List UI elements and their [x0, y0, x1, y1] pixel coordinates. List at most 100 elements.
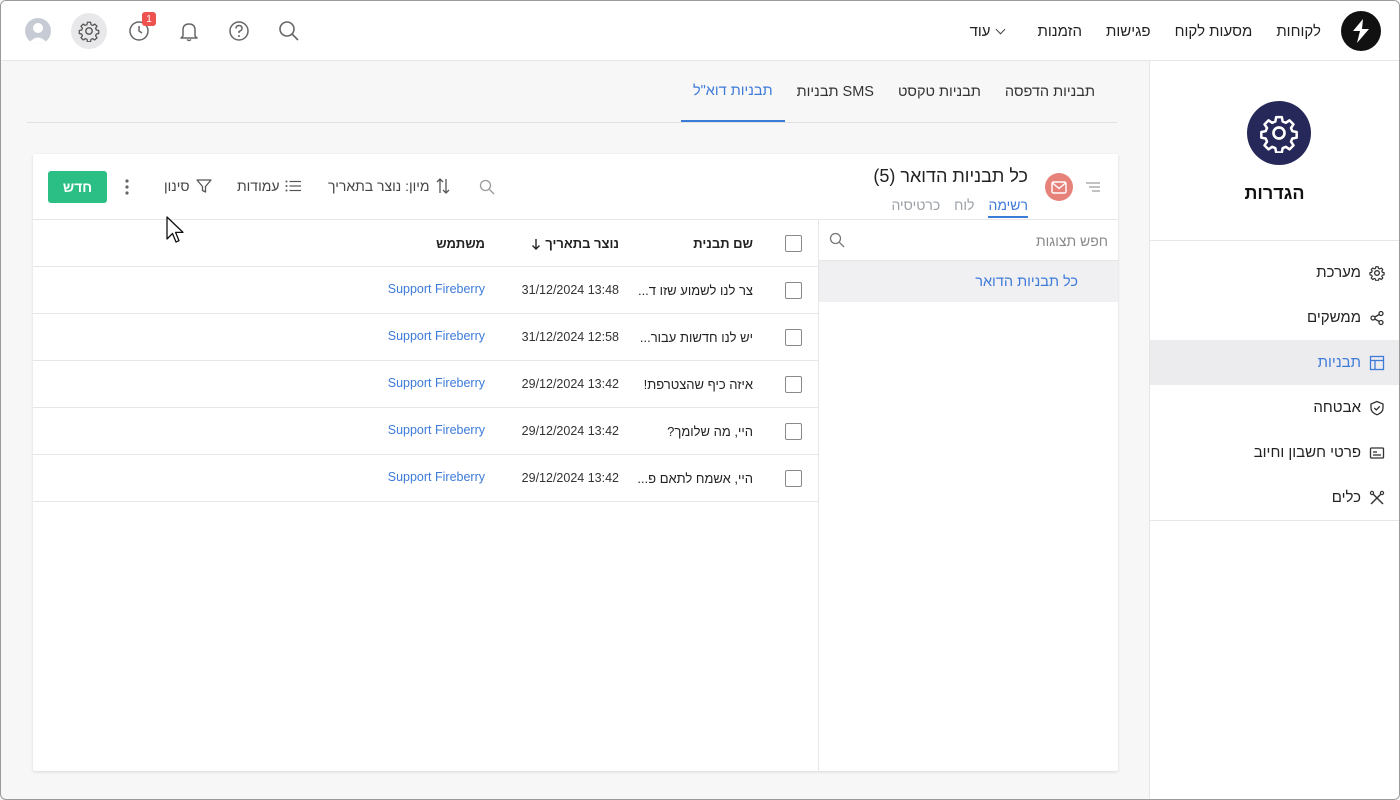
views-search-button[interactable] — [829, 232, 845, 253]
columns-button[interactable]: עמודות — [237, 178, 302, 194]
nav-meetings-label: פגישות — [1105, 22, 1151, 40]
user-link[interactable]: Support Fireberry — [388, 470, 485, 484]
filter-icon — [195, 179, 212, 193]
select-all-checkbox[interactable] — [785, 235, 802, 252]
user-link[interactable]: Support Fireberry — [388, 423, 485, 437]
app-logo[interactable] — [1341, 11, 1381, 51]
created-date: 29/12/2024 13:42 — [521, 377, 619, 391]
created-date: 29/12/2024 13:42 — [521, 471, 619, 485]
more-vertical-icon — [125, 179, 129, 195]
template-name[interactable]: היי, אשמח לתאם פ... — [637, 471, 753, 486]
notifications-button[interactable] — [172, 14, 206, 48]
nav-customer-journeys[interactable]: מסעות לקוח — [1165, 23, 1263, 40]
history-button[interactable]: 1 — [122, 12, 156, 48]
sidebar-item-integrations[interactable]: ממשקים — [1150, 295, 1399, 340]
template-icon — [1369, 355, 1385, 370]
sidebar-item-label: ממשקים — [1306, 309, 1361, 326]
filter-button[interactable]: סינון — [164, 178, 212, 194]
nav-customers-label: לקוחות — [1276, 22, 1321, 40]
sidebar-item-templates[interactable]: תבניות — [1150, 340, 1399, 385]
template-name[interactable]: יש לנו חדשות עבור... — [640, 330, 753, 345]
table-row[interactable]: יש לנו חדשות עבור... 31/12/2024 12:58 Su… — [33, 314, 818, 361]
table-row[interactable]: צר לנו לשמוע שזו ד... 31/12/2024 13:48 S… — [33, 267, 818, 314]
table-header: שם תבנית נוצר בתאריך משתמש — [33, 220, 818, 267]
user-avatar[interactable] — [25, 18, 51, 44]
card-icon — [1369, 446, 1385, 459]
col-header-name[interactable]: שם תבנית — [693, 236, 753, 251]
view-tab-card[interactable]: כרטיסיה — [891, 197, 940, 218]
template-name[interactable]: היי, מה שלומך? — [667, 424, 753, 439]
search-button[interactable] — [272, 14, 306, 48]
sort-label: מיון: נוצר בתאריך — [328, 178, 430, 194]
user-link[interactable]: Support Fireberry — [388, 329, 485, 343]
sidebar-header: הגדרות — [1150, 61, 1399, 241]
gear-icon — [78, 21, 100, 42]
sidebar-title: הגדרות — [1244, 183, 1305, 203]
user-icon — [28, 23, 48, 44]
bell-icon — [180, 23, 198, 42]
nav-orders[interactable]: הזמנות — [1028, 23, 1092, 40]
settings-sidebar: הגדרות מערכת ממשקים תבניות אבטחה פרטי חש… — [1149, 61, 1399, 799]
sidebar-item-label: פרטי חשבון וחיוב — [1253, 444, 1361, 461]
templates-card: כל תבניות הדואר (5) רשימה לוח כרטיסיה מי… — [33, 154, 1118, 771]
user-link[interactable]: Support Fireberry — [388, 376, 485, 390]
tab-sms-templates[interactable]: תבניות SMS — [785, 61, 886, 122]
row-checkbox[interactable] — [785, 329, 802, 346]
sidebar-item-security[interactable]: אבטחה — [1150, 385, 1399, 430]
table-row[interactable]: היי, מה שלומך? 29/12/2024 13:42 Support … — [33, 408, 818, 455]
tab-print-templates[interactable]: תבניות הדפסה — [993, 61, 1107, 122]
list-icon — [285, 180, 302, 192]
share-icon — [1370, 310, 1384, 325]
row-checkbox[interactable] — [785, 282, 802, 299]
sidebar-item-system[interactable]: מערכת — [1150, 250, 1399, 295]
table-search-button[interactable] — [479, 179, 495, 195]
chevron-down-icon — [995, 24, 1005, 34]
search-icon — [479, 179, 495, 195]
settings-badge — [1247, 101, 1311, 165]
views-panel: כל תבניות הדואר — [818, 220, 1118, 771]
sidebar-item-label: תבניות — [1317, 354, 1361, 371]
user-link[interactable]: Support Fireberry — [388, 282, 485, 296]
search-icon — [829, 232, 845, 248]
tab-text-templates[interactable]: תבניות טקסט — [886, 61, 993, 122]
views-toggle[interactable] — [1086, 180, 1100, 198]
template-name[interactable]: איזה כיף שהצטרפת! — [644, 377, 753, 392]
templates-table: שם תבנית נוצר בתאריך משתמש צר לנו לשמוע … — [33, 220, 818, 502]
view-item-all-email-templates[interactable]: כל תבניות הדואר — [819, 261, 1118, 302]
sidebar-item-tools[interactable]: כלים — [1150, 475, 1399, 520]
mail-badge — [1045, 173, 1073, 201]
view-tab-list[interactable]: רשימה — [988, 197, 1028, 218]
nav-more[interactable]: עוד — [960, 23, 1014, 40]
table-row[interactable]: איזה כיף שהצטרפת! 29/12/2024 13:42 Suppo… — [33, 361, 818, 408]
settings-button[interactable] — [71, 13, 107, 49]
tools-icon — [1369, 490, 1385, 504]
view-switcher: רשימה לוח כרטיסיה — [891, 197, 1028, 218]
arrow-down-icon — [532, 238, 541, 250]
nav-meetings[interactable]: פגישות — [1096, 23, 1161, 40]
col-header-created[interactable]: נוצר בתאריך — [531, 236, 619, 251]
new-template-button[interactable]: חדש — [48, 171, 107, 203]
col-header-user[interactable]: משתמש — [436, 236, 485, 251]
help-icon — [229, 21, 249, 41]
sort-button[interactable]: מיון: נוצר בתאריך — [328, 178, 450, 194]
table-row[interactable]: היי, אשמח לתאם פ... 29/12/2024 13:42 Sup… — [33, 455, 818, 502]
row-checkbox[interactable] — [785, 423, 802, 440]
row-checkbox[interactable] — [785, 470, 802, 487]
created-date: 31/12/2024 12:58 — [521, 330, 619, 344]
top-bar: לקוחות מסעות לקוח פגישות הזמנות עוד 1 — [1, 1, 1399, 61]
more-options-button[interactable] — [125, 179, 129, 195]
views-search-input[interactable] — [868, 228, 1108, 254]
sidebar-item-billing[interactable]: פרטי חשבון וחיוב — [1150, 430, 1399, 475]
mouse-cursor-icon — [166, 216, 184, 243]
top-nav: לקוחות מסעות לקוח פגישות הזמנות עוד — [960, 1, 1331, 61]
help-button[interactable] — [222, 14, 256, 48]
view-tab-board[interactable]: לוח — [954, 197, 974, 218]
tab-email-templates[interactable]: תבניות דוא"ל — [680, 61, 785, 122]
gear-icon — [1369, 265, 1385, 281]
template-name[interactable]: צר לנו לשמוע שזו ד... — [638, 283, 753, 298]
sidebar-item-label: אבטחה — [1313, 399, 1361, 416]
row-checkbox[interactable] — [785, 376, 802, 393]
nav-customers[interactable]: לקוחות — [1266, 23, 1331, 40]
filter-label: סינון — [164, 178, 190, 194]
card-title: כל תבניות הדואר (5) — [873, 166, 1028, 186]
